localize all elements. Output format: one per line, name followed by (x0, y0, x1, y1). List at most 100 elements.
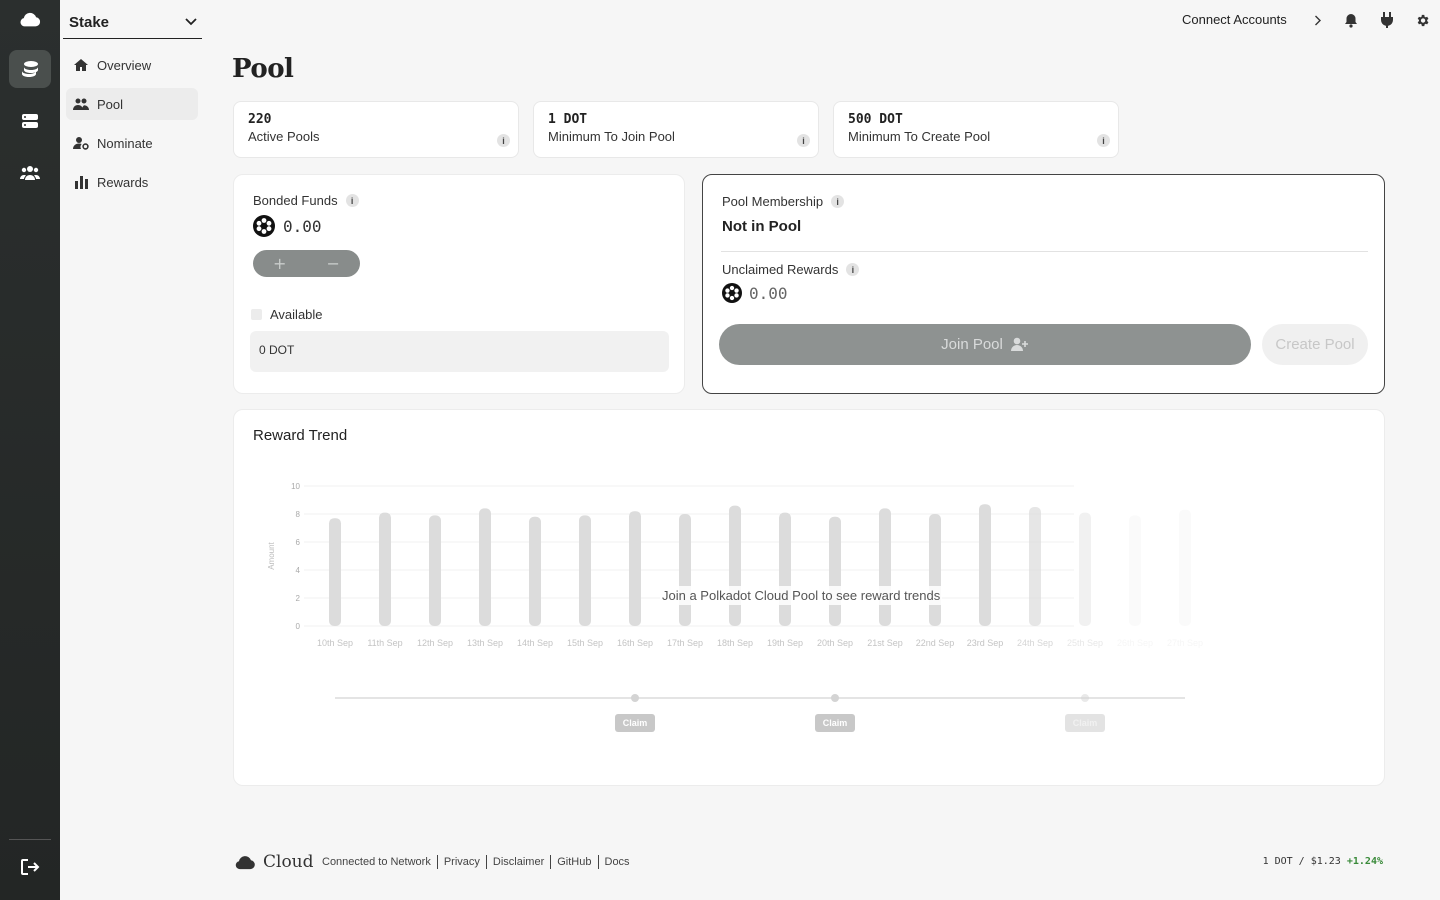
bar (529, 516, 541, 626)
logout-icon[interactable] (20, 858, 40, 876)
home-icon (74, 59, 88, 71)
y-tick-label: 8 (296, 510, 301, 519)
x-tick-label: 12th Sep (417, 638, 453, 648)
sidebar-item-rewards[interactable]: Rewards (66, 166, 198, 198)
available-label: Available (270, 307, 323, 322)
create-pool-button[interactable]: Create Pool (1262, 324, 1368, 365)
rail-community-button[interactable] (9, 154, 51, 192)
bonded-funds-card: Bonded Funds i 0.00 + − Available 0 DOT (233, 174, 685, 394)
token-price: 1 DOT / $1.23 +1.24% (1263, 856, 1383, 867)
stat-min-create: 500 DOT Minimum To Create Pool i (833, 101, 1119, 158)
token-price-change: +1.24% (1346, 856, 1383, 867)
reward-trend-card: Reward Trend 0 2 4 6 8 10 Amount 10th Sep 11th S… (233, 409, 1385, 786)
sidebar-item-label: Rewards (97, 174, 149, 190)
gear-icon[interactable] (1415, 13, 1430, 28)
bar (479, 508, 491, 626)
unclaimed-amount-row: 0.00 (722, 283, 788, 303)
people-icon (20, 166, 40, 180)
token-price-pair: 1 DOT / $1.23 (1262, 856, 1341, 867)
x-tick-label: 13th Sep (467, 638, 503, 648)
rail-stake-button[interactable] (9, 50, 51, 88)
bonded-funds-title: Bonded Funds (253, 193, 338, 208)
claim-marker (1081, 694, 1089, 702)
sidebar-item-label: Overview (97, 57, 152, 73)
rail-servers-button[interactable] (9, 102, 51, 140)
info-icon[interactable]: i (497, 134, 510, 147)
x-tick-label: 11th Sep (367, 638, 402, 648)
footer-brand: Cloud (233, 852, 314, 872)
create-pool-label: Create Pool (1275, 336, 1355, 353)
info-icon[interactable]: i (797, 134, 810, 147)
stat-label: Minimum To Join Pool (548, 129, 675, 144)
sidebar-item-nominate[interactable]: Nominate (66, 127, 198, 159)
info-icon[interactable]: i (846, 263, 860, 276)
divider (550, 855, 552, 869)
x-tick-label: 15th Sep (567, 638, 603, 648)
footer-link-github[interactable]: GitHub (557, 856, 591, 868)
x-tick-label: 16th Sep (617, 638, 653, 648)
user-plus-icon (1010, 337, 1028, 351)
available-value-field: 0 DOT (250, 331, 669, 372)
membership-status: Not in Pool (722, 218, 802, 235)
bar (1079, 512, 1091, 626)
x-tick-label: 10th Sep (317, 638, 353, 648)
info-icon[interactable]: i (831, 195, 845, 208)
claim-badge-label: Claim (823, 718, 848, 728)
footer-link-disclaimer[interactable]: Disclaimer (493, 856, 544, 868)
cloud-logo-icon[interactable] (19, 10, 41, 28)
info-icon[interactable]: i (1097, 134, 1110, 147)
connect-accounts-button[interactable]: Connect Accounts (1182, 12, 1287, 27)
join-pool-button[interactable]: Join Pool (719, 324, 1251, 365)
polkadot-logo-icon (722, 283, 742, 303)
user-cog-icon (73, 137, 89, 150)
stat-active-pools: 220 Active Pools i (233, 101, 519, 158)
unclaimed-rewards-title: Unclaimed Rewards (722, 262, 839, 277)
bell-icon[interactable] (1344, 13, 1358, 28)
stat-value: 220 (248, 112, 272, 127)
server-icon (22, 114, 38, 128)
plug-icon[interactable] (1380, 12, 1394, 28)
unclaimed-amount: 0.00 (749, 283, 788, 303)
x-tick-label: 21st Sep (867, 638, 903, 648)
footer: Cloud Connected to Network Privacy Discl… (233, 850, 1385, 876)
bar (779, 512, 791, 626)
y-axis-label: Amount (267, 541, 276, 569)
icon-rail (0, 0, 60, 900)
group-icon (73, 98, 89, 110)
bar (729, 505, 741, 626)
stat-label: Active Pools (248, 129, 320, 144)
footer-link-docs[interactable]: Docs (605, 856, 630, 868)
bar (1179, 509, 1191, 626)
stat-min-join: 1 DOT Minimum To Join Pool i (533, 101, 819, 158)
sidebar-item-pool[interactable]: Pool (66, 88, 198, 120)
claim-marker (831, 694, 839, 702)
sidebar: Stake Overview Pool Nominate Rewards (60, 0, 210, 900)
x-tick-label: 27th Sep (1167, 638, 1203, 648)
network-select[interactable]: Stake (63, 6, 202, 39)
claim-badge-label: Claim (1073, 718, 1098, 728)
x-tick-label: 19th Sep (767, 638, 803, 648)
minus-icon[interactable]: − (327, 254, 340, 273)
plus-icon[interactable]: + (273, 254, 286, 273)
pool-membership-heading: Pool Membership i (722, 194, 845, 209)
claim-badge-label: Claim (623, 718, 648, 728)
bar (679, 514, 691, 626)
stat-label: Minimum To Create Pool (848, 129, 991, 144)
footer-link-privacy[interactable]: Privacy (444, 856, 480, 868)
x-tick-label: 14th Sep (517, 638, 553, 648)
x-tick-label: 17th Sep (667, 638, 703, 648)
available-row: Available (251, 307, 323, 322)
divider (485, 855, 487, 869)
info-icon[interactable]: i (345, 194, 359, 207)
x-tick-label: 25th Sep (1067, 638, 1103, 648)
x-tick-label: 23rd Sep (967, 638, 1004, 648)
bond-controls: + − (253, 250, 360, 277)
sidebar-item-overview[interactable]: Overview (66, 49, 198, 81)
unclaimed-rewards-heading: Unclaimed Rewards i (722, 262, 860, 277)
pool-membership-title: Pool Membership (722, 194, 824, 209)
claim-marker (631, 694, 639, 702)
chevron-right-icon[interactable] (1314, 15, 1322, 26)
y-tick-label: 10 (291, 482, 300, 491)
connect-accounts-label: Connect Accounts (1182, 12, 1287, 27)
sidebar-item-label: Pool (97, 96, 124, 112)
